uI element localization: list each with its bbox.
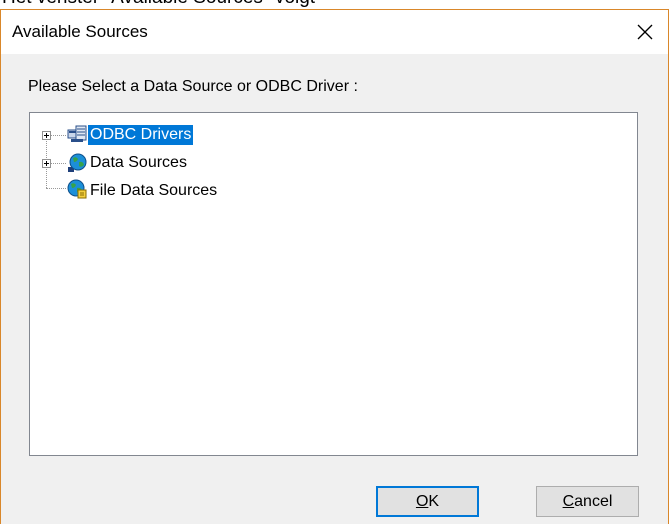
- title-bar: Available Sources: [1, 10, 668, 54]
- ok-button[interactable]: OK: [376, 486, 479, 517]
- ok-mnemonic: O: [415, 493, 429, 510]
- globe-icon: [68, 153, 87, 172]
- tree-connector: [50, 163, 66, 164]
- background-caption: Het venster "Available Sources" volgt: [0, 0, 671, 9]
- cancel-button[interactable]: Cancel: [536, 486, 639, 517]
- close-icon: [637, 24, 653, 40]
- select-prompt-label: Please Select a Data Source or ODBC Driv…: [28, 78, 358, 95]
- dialog-title: Available Sources: [12, 22, 148, 41]
- odbc-drivers-icon: [67, 125, 87, 142]
- ok-label-rest: K: [428, 493, 440, 510]
- sources-tree-view[interactable]: ODBC Drivers Data Sources File Data Sour…: [29, 112, 638, 456]
- cancel-label-rest: ancel: [574, 493, 613, 510]
- tree-item-data-sources[interactable]: Data Sources: [88, 153, 189, 173]
- tree-item-file-data-sources[interactable]: File Data Sources: [88, 181, 219, 201]
- expand-data-sources[interactable]: [42, 159, 51, 168]
- available-sources-dialog: Available Sources Please Select a Data S…: [0, 9, 669, 524]
- close-button[interactable]: [621, 10, 668, 54]
- tree-item-odbc-drivers[interactable]: ODBC Drivers: [86, 124, 195, 146]
- expand-odbc-drivers[interactable]: [42, 131, 51, 140]
- cancel-mnemonic: C: [562, 493, 575, 510]
- caption-text: Het venster "Available Sources" volgt: [2, 0, 315, 8]
- tree-connector: [50, 135, 66, 136]
- tree-connector: [46, 188, 66, 189]
- file-globe-icon: [67, 179, 87, 199]
